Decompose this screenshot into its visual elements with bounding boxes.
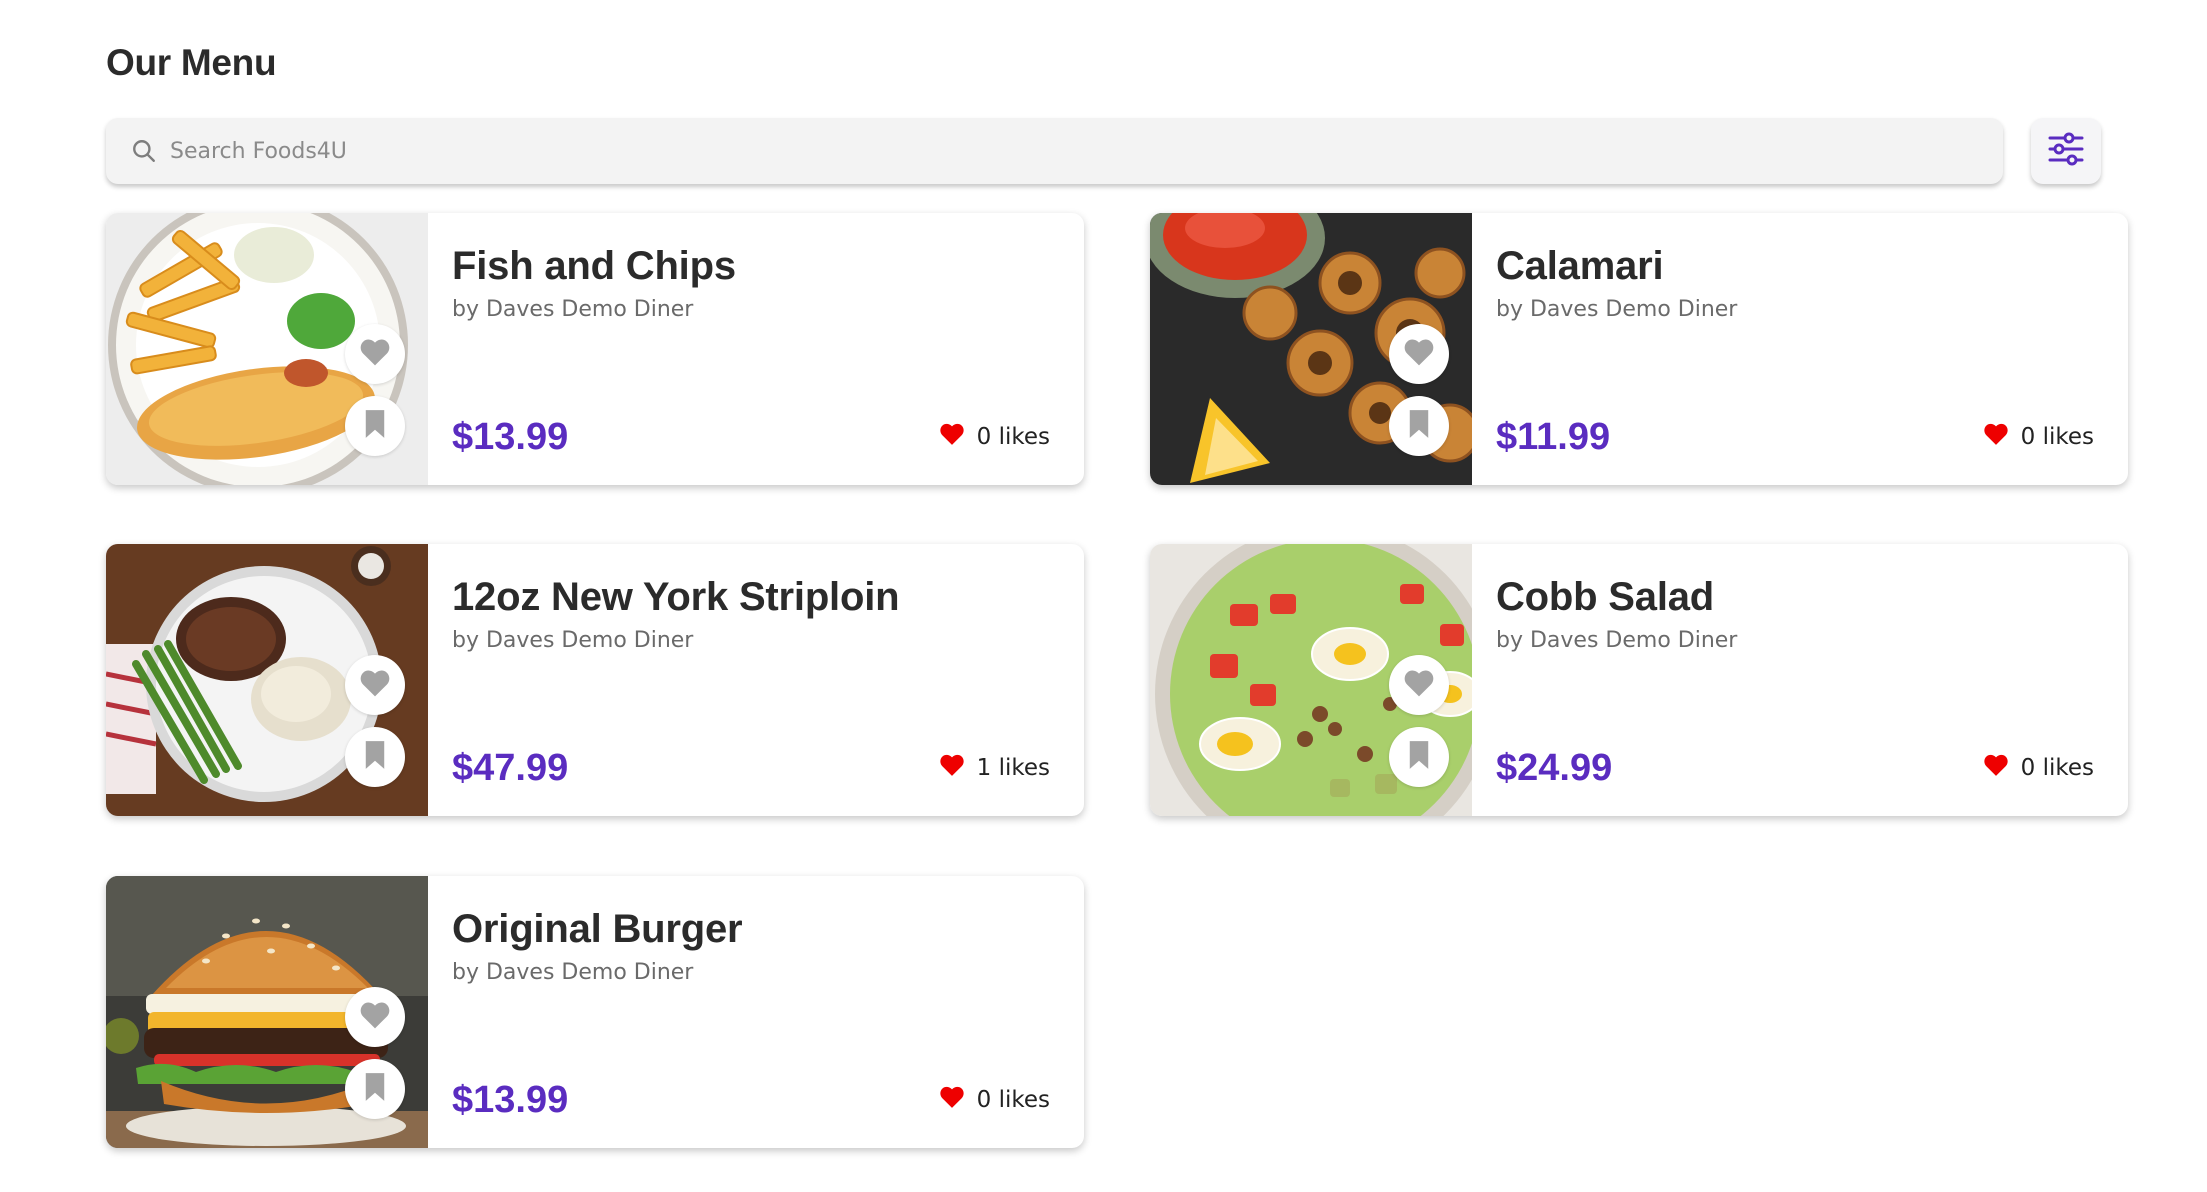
item-vendor: by Daves Demo Diner bbox=[452, 297, 694, 322]
like-button[interactable] bbox=[1389, 324, 1449, 384]
bookmark-button[interactable] bbox=[345, 1059, 405, 1119]
item-price: $24.99 bbox=[1496, 747, 1613, 789]
heart-icon bbox=[359, 668, 391, 703]
fish-and-chips-photo bbox=[106, 213, 428, 485]
item-name: Cobb Salad bbox=[1496, 575, 1715, 619]
sliders-icon bbox=[2047, 131, 2085, 172]
bookmark-icon bbox=[363, 409, 387, 444]
item-vendor: by Daves Demo Diner bbox=[452, 628, 694, 653]
item-price: $13.99 bbox=[452, 1079, 569, 1121]
bookmark-icon bbox=[363, 1072, 387, 1107]
menu-item-card[interactable]: Fish and Chips by Daves Demo Diner $13.9… bbox=[106, 213, 1084, 485]
cobb-salad-photo bbox=[1150, 544, 1472, 816]
menu-item-card[interactable]: Cobb Salad by Daves Demo Diner $24.99 0 … bbox=[1150, 544, 2128, 816]
item-vendor: by Daves Demo Diner bbox=[452, 960, 694, 985]
heart-icon bbox=[1983, 422, 2009, 451]
heart-icon bbox=[1983, 753, 2009, 782]
item-vendor: by Daves Demo Diner bbox=[1496, 628, 1738, 653]
likes-display: 0 likes bbox=[939, 1085, 1050, 1114]
heart-icon bbox=[1403, 337, 1435, 372]
card-body: 12oz New York Striploin by Daves Demo Di… bbox=[428, 544, 1084, 816]
card-body: Fish and Chips by Daves Demo Diner $13.9… bbox=[428, 213, 1084, 485]
heart-icon bbox=[939, 753, 965, 782]
like-button[interactable] bbox=[345, 655, 405, 715]
heart-icon bbox=[359, 1000, 391, 1035]
card-body: Cobb Salad by Daves Demo Diner $24.99 0 … bbox=[1472, 544, 2128, 816]
like-button[interactable] bbox=[1389, 655, 1449, 715]
bookmark-button[interactable] bbox=[345, 727, 405, 787]
menu-item-card[interactable]: 12oz New York Striploin by Daves Demo Di… bbox=[106, 544, 1084, 816]
bookmark-button[interactable] bbox=[1389, 396, 1449, 456]
burger-photo bbox=[106, 876, 428, 1148]
bookmark-button[interactable] bbox=[345, 396, 405, 456]
search-row bbox=[106, 116, 2101, 186]
like-button[interactable] bbox=[345, 987, 405, 1047]
page-title: Our Menu bbox=[106, 42, 277, 83]
likes-display: 0 likes bbox=[1983, 753, 2094, 782]
likes-count: 0 likes bbox=[976, 1086, 1050, 1113]
likes-display: 0 likes bbox=[1983, 422, 2094, 451]
likes-count: 1 likes bbox=[976, 754, 1050, 781]
item-name: Fish and Chips bbox=[452, 244, 736, 288]
card-body: Calamari by Daves Demo Diner $11.99 0 li… bbox=[1472, 213, 2128, 485]
bookmark-icon bbox=[1407, 409, 1431, 444]
card-body: Original Burger by Daves Demo Diner $13.… bbox=[428, 876, 1084, 1148]
filter-button[interactable] bbox=[2031, 118, 2101, 184]
bookmark-icon bbox=[1407, 740, 1431, 775]
bookmark-icon bbox=[363, 740, 387, 775]
calamari-photo bbox=[1150, 213, 1472, 485]
likes-count: 0 likes bbox=[2020, 423, 2094, 450]
search-icon bbox=[130, 137, 158, 165]
likes-count: 0 likes bbox=[976, 423, 1050, 450]
item-price: $11.99 bbox=[1496, 416, 1611, 458]
bookmark-button[interactable] bbox=[1389, 727, 1449, 787]
search-input[interactable] bbox=[170, 138, 1856, 164]
item-name: Original Burger bbox=[452, 907, 743, 951]
menu-item-card[interactable]: Original Burger by Daves Demo Diner $13.… bbox=[106, 876, 1084, 1148]
menu-item-card[interactable]: Calamari by Daves Demo Diner $11.99 0 li… bbox=[1150, 213, 2128, 485]
menu-page: Our Menu Search Foods4U Fish and Chips b… bbox=[0, 0, 2207, 1192]
item-name: Calamari bbox=[1496, 244, 1664, 288]
item-name: 12oz New York Striploin bbox=[452, 575, 900, 619]
item-vendor: by Daves Demo Diner bbox=[1496, 297, 1738, 322]
search-bar[interactable] bbox=[106, 118, 2003, 184]
heart-icon bbox=[1403, 668, 1435, 703]
heart-icon bbox=[939, 1085, 965, 1114]
heart-icon bbox=[359, 337, 391, 372]
striploin-steak-photo bbox=[106, 544, 428, 816]
item-price: $47.99 bbox=[452, 747, 569, 789]
heart-icon bbox=[939, 422, 965, 451]
likes-display: 0 likes bbox=[939, 422, 1050, 451]
item-price: $13.99 bbox=[452, 416, 569, 458]
likes-count: 0 likes bbox=[2020, 754, 2094, 781]
like-button[interactable] bbox=[345, 324, 405, 384]
likes-display: 1 likes bbox=[939, 753, 1050, 782]
